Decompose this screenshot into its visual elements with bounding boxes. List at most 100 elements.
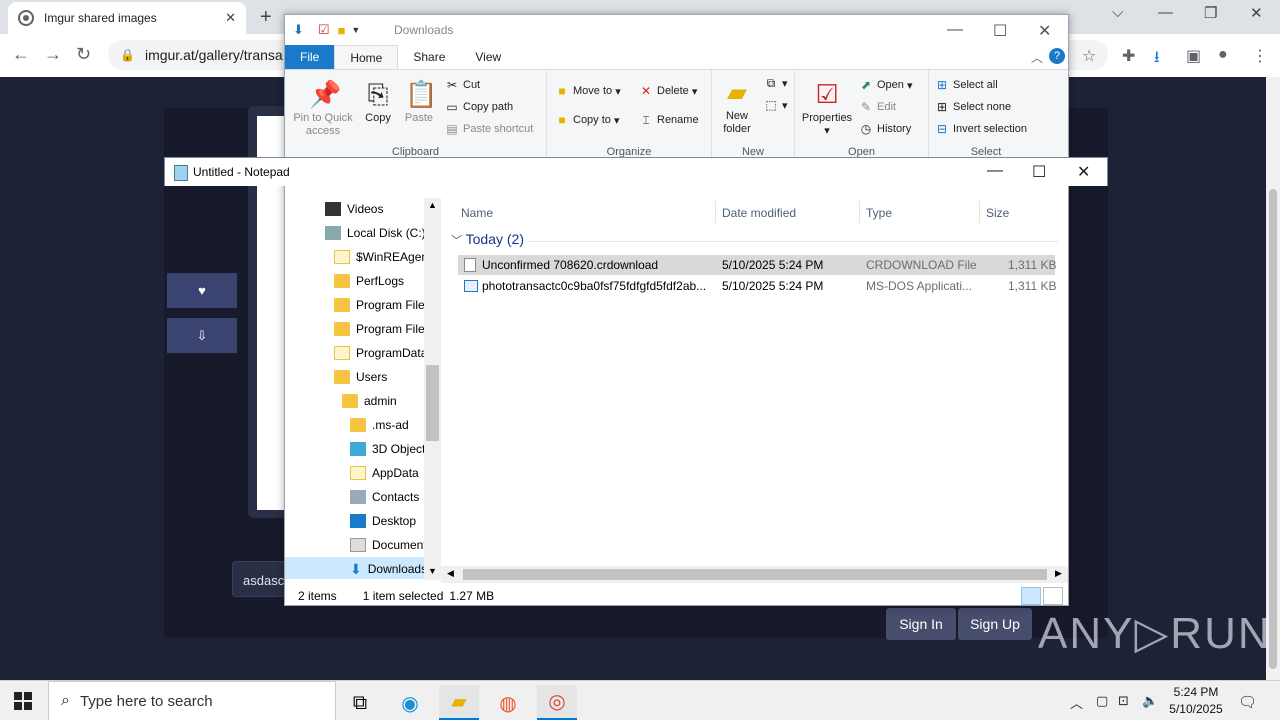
page-scroll-thumb[interactable] [1269, 189, 1277, 669]
col-divider[interactable] [715, 201, 716, 223]
nav-item-admin[interactable]: admin [342, 389, 397, 413]
extensions-icon[interactable]: ✚ [1122, 46, 1135, 66]
select-all-button[interactable]: ⊞ Select all [935, 78, 998, 92]
large-icons-view-icon[interactable] [1043, 587, 1063, 605]
invert-selection-button[interactable]: ⊟ Invert selection [935, 122, 1027, 136]
notepad-close-button[interactable]: ✕ [1077, 162, 1090, 182]
scroll-left-icon[interactable]: ◀ [447, 568, 454, 579]
history-button[interactable]: ◷ History [859, 122, 911, 136]
details-view-icon[interactable] [1021, 587, 1041, 605]
select-none-button[interactable]: ⊞ Select none [935, 100, 1011, 114]
properties-button[interactable]: ☑ Properties ▾ [799, 78, 855, 138]
chrome-menu-icon[interactable]: ⋮ [1252, 46, 1268, 66]
like-button[interactable]: ♥ [167, 273, 237, 308]
paste-shortcut-button[interactable]: ▤ Paste shortcut [445, 122, 533, 136]
paste-button[interactable]: 📋 Paste [401, 78, 437, 125]
taskbar-search-box[interactable]: ⌕ Type here to search [48, 681, 336, 720]
edit-button[interactable]: ✎ Edit [859, 100, 896, 114]
edge-browser-icon[interactable]: ◉ [390, 685, 430, 720]
col-divider[interactable] [979, 201, 980, 223]
nav-item-3d-objects[interactable]: 3D Objects [350, 437, 431, 461]
file-explorer-taskbar-icon[interactable]: ▰ [439, 685, 479, 720]
lock-icon[interactable]: 🔒 [120, 48, 135, 62]
copy-path-button[interactable]: ▭ Copy path [445, 100, 513, 114]
browser-minimize-button[interactable]: — [1158, 4, 1173, 21]
qa-dropdown-icon[interactable]: ▼ [351, 25, 360, 35]
nav-item-program-files-x86[interactable]: Program Files [334, 317, 431, 341]
nav-scrollbar[interactable]: ▲ ▼ [424, 198, 441, 580]
nav-item-appdata[interactable]: AppData [350, 461, 419, 485]
tab-view[interactable]: View [460, 45, 516, 69]
file-row[interactable]: phototransactc0c9ba0fsf75fdfgfd5fdf2ab..… [458, 276, 1056, 296]
new-folder-button[interactable]: ▰ New folder [716, 76, 758, 136]
network-icon[interactable]: ⊡ [1118, 693, 1129, 709]
cut-button[interactable]: ✂ Cut [445, 78, 480, 92]
column-date-modified[interactable]: Date modified [722, 202, 796, 224]
nav-item-ms-ad[interactable]: .ms-ad [350, 413, 409, 437]
nav-item-winreagent[interactable]: $WinREAgent [334, 245, 431, 269]
windows-start-icon[interactable] [14, 692, 32, 710]
download-icon[interactable]: ⭳ [1154, 46, 1160, 73]
nav-item-perflogs[interactable]: PerfLogs [334, 269, 404, 293]
browser-restore-button[interactable]: ❐ [1204, 4, 1217, 22]
profile-avatar-icon[interactable]: ● [1218, 46, 1228, 64]
properties-qa-icon[interactable]: ☑ [318, 22, 330, 38]
column-size[interactable]: Size [986, 202, 1009, 224]
ribbon-collapse-icon[interactable]: ︿ [1031, 49, 1043, 66]
sign-up-button[interactable]: Sign Up [958, 608, 1032, 640]
nav-item-documents[interactable]: Documents [350, 533, 433, 557]
notepad-minimize-button[interactable]: — [987, 162, 1003, 180]
task-view-icon[interactable]: ⧉ [340, 685, 380, 720]
firefox-icon[interactable]: ◍ [488, 685, 528, 720]
tab-search-icon[interactable]: ⌵ [1112, 4, 1123, 21]
tray-chevron-up-icon[interactable]: ︿ [1070, 693, 1083, 712]
copy-to-button[interactable]: ■ Copy to ▾ [555, 113, 619, 127]
pin-quick-access-button[interactable]: 📌 Pin to Quick access [291, 78, 355, 138]
sign-in-button[interactable]: Sign In [886, 608, 956, 640]
nav-item-desktop[interactable]: Desktop [350, 509, 416, 533]
col-divider[interactable] [859, 201, 860, 223]
list-scroll-thumb[interactable] [463, 569, 1047, 580]
reload-icon[interactable]: ↻ [76, 44, 91, 65]
chrome-taskbar-icon[interactable]: ◎ [537, 685, 577, 720]
notepad-window[interactable]: Untitled - Notepad — ☐ ✕ [164, 157, 1108, 186]
taskbar-clock[interactable]: 5:24 PM 5/10/2025 [1164, 684, 1228, 718]
side-panel-icon[interactable]: ▣ [1186, 46, 1201, 66]
column-type[interactable]: Type [866, 202, 892, 224]
scroll-up-icon[interactable]: ▲ [428, 200, 437, 210]
scroll-down-icon[interactable]: ▼ [428, 566, 437, 576]
browser-close-button[interactable]: ✕ [1250, 4, 1263, 22]
tab-close-icon[interactable]: ✕ [225, 10, 236, 26]
scroll-right-icon[interactable]: ▶ [1055, 568, 1062, 579]
help-icon[interactable]: ? [1049, 48, 1065, 64]
page-scrollbar[interactable] [1266, 77, 1280, 680]
quick-access-down-icon[interactable]: ⬇ [293, 22, 304, 38]
download-button[interactable]: ⇩ [167, 318, 237, 353]
easy-access-button[interactable]: ⬚ ▾ [764, 98, 787, 112]
open-button[interactable]: ⬈ Open ▾ [859, 78, 913, 92]
explorer-close-button[interactable]: ✕ [1038, 21, 1051, 41]
explorer-minimize-button[interactable]: — [947, 21, 963, 39]
tab-share[interactable]: Share [398, 45, 460, 69]
new-tab-button[interactable]: + [260, 6, 272, 29]
nav-item-videos[interactable]: Videos [325, 197, 383, 221]
nav-scroll-thumb[interactable] [426, 365, 439, 441]
group-header-today[interactable]: ﹀ Today (2) [451, 231, 524, 248]
column-name[interactable]: Name [461, 202, 493, 224]
nav-item-contacts[interactable]: Contacts [350, 485, 419, 509]
comment-input[interactable]: asdasc [232, 561, 292, 597]
notification-icon[interactable]: 🗨 [1238, 693, 1257, 711]
list-horizontal-scrollbar[interactable]: ◀ ▶ [441, 566, 1068, 583]
copy-button[interactable]: ⎘ Copy [361, 78, 395, 125]
browser-tab[interactable]: Imgur shared images ✕ [8, 2, 246, 34]
nav-item-downloads[interactable]: ⬇ Downloads [285, 557, 427, 579]
delete-button[interactable]: ✕ Delete ▾ [639, 84, 697, 98]
nav-item-program-files[interactable]: Program Files [334, 293, 431, 317]
nav-item-local-disk[interactable]: Local Disk (C:) [325, 221, 426, 245]
back-arrow-icon[interactable]: ← [12, 44, 30, 65]
file-row[interactable]: Unconfirmed 708620.crdownload 5/10/2025 … [458, 255, 1056, 275]
nav-item-programdata[interactable]: ProgramData [334, 341, 427, 365]
new-folder-qa-icon[interactable]: ■ [338, 23, 346, 38]
nav-item-users[interactable]: Users [334, 365, 387, 389]
move-to-button[interactable]: ■ Move to ▾ [555, 84, 620, 98]
